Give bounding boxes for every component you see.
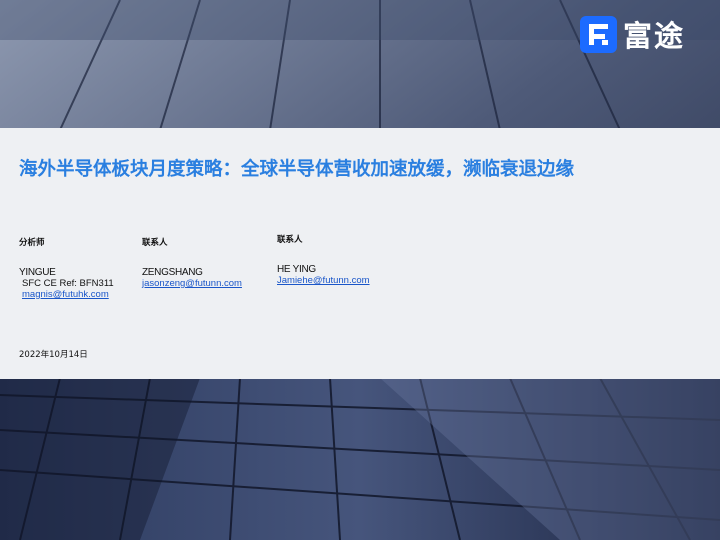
author-contact-2: 联系人 HE YING Jamiehe@futunn.com [277, 233, 370, 286]
futu-logo: 富途 [580, 15, 685, 53]
author-email-link[interactable]: Jamiehe@futunn.com [277, 275, 370, 286]
author-license-ref: SFC CE Ref: BFN311 [22, 278, 114, 289]
author-name: YINGUE [19, 267, 56, 278]
author-name: HE YING [277, 264, 316, 275]
futu-logo-mark-icon [580, 15, 617, 53]
author-role: 联系人 [142, 238, 168, 248]
author-email-link[interactable]: jasonzeng@futunn.com [142, 278, 242, 289]
author-email-link[interactable]: magnis@futuhk.com [22, 289, 109, 300]
author-role: 联系人 [277, 235, 303, 245]
report-date: 2022年10月14日 [19, 350, 88, 360]
report-title: 海外半导体板块月度策略：全球半导体营收加速放缓，濒临衰退边缘 [19, 159, 575, 180]
author-name: ZENGSHANG [142, 267, 203, 278]
author-role: 分析师 [19, 238, 45, 248]
report-info-panel: 海外半导体板块月度策略：全球半导体营收加速放缓，濒临衰退边缘 分析师 YINGU… [0, 128, 720, 379]
author-analyst: 分析师 YINGUE SFC CE Ref: BFN311 magnis@fut… [19, 236, 114, 300]
brand-name: 富途 [623, 19, 686, 53]
author-contact-1: 联系人 ZENGSHANG jasonzeng@futunn.com [142, 236, 242, 289]
